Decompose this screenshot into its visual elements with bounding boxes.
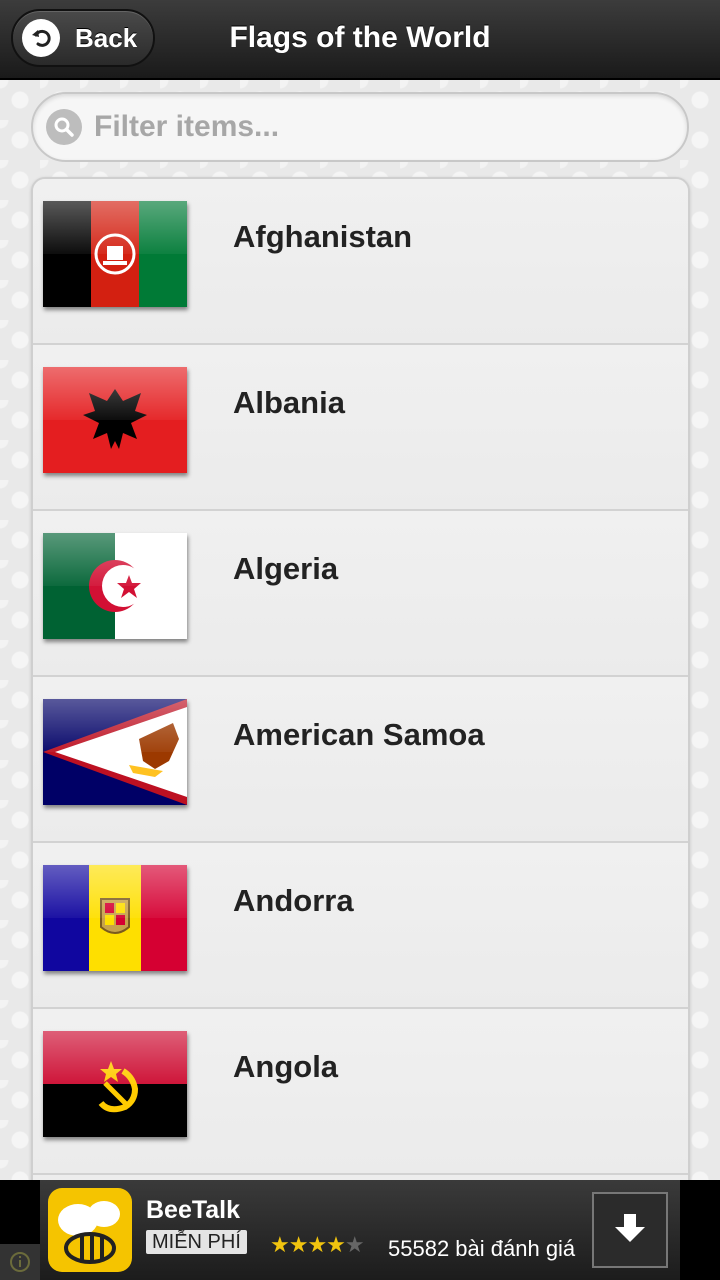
beetalk-app-icon[interactable] (48, 1188, 132, 1272)
ad-download-button[interactable] (592, 1192, 668, 1268)
american-samoa-flag-icon (43, 699, 187, 805)
list-item[interactable]: Albania (33, 345, 688, 511)
download-arrow-icon (613, 1211, 647, 1250)
afghanistan-flag-icon (43, 201, 187, 307)
page-title: Flags of the World (229, 21, 491, 54)
back-arrow-icon (22, 19, 60, 57)
back-button-label: Back (75, 22, 138, 53)
ad-review-count: 55582 bài đánh giá (388, 1236, 576, 1261)
list-item[interactable]: Algeria (33, 511, 688, 677)
list-item[interactable]: Angola (33, 1009, 688, 1175)
back-button[interactable]: Back (11, 9, 155, 67)
ad-info-icon[interactable] (0, 1244, 40, 1280)
list-item[interactable]: American Samoa (33, 677, 688, 843)
angola-flag-icon (43, 1031, 187, 1137)
list-item[interactable]: Andorra (33, 843, 688, 1009)
ad-rating-stars: ★★★★★ (270, 1232, 365, 1257)
country-name: American Samoa (233, 717, 485, 752)
country-name: Algeria (233, 551, 339, 586)
country-name: Andorra (233, 883, 354, 918)
country-name: Albania (233, 385, 345, 420)
filter-input[interactable] (94, 110, 654, 144)
algeria-flag-icon (43, 533, 187, 639)
country-name: Afghanistan (233, 219, 413, 254)
country-name: Angola (233, 1049, 339, 1084)
albania-flag-icon (43, 367, 187, 473)
list-item[interactable]: Afghanistan (33, 179, 688, 345)
filter-search-bar (31, 92, 689, 162)
andorra-flag-icon (43, 865, 187, 971)
country-list: Afghanistan Albania Algeria American Sam… (31, 177, 690, 1187)
search-icon (46, 109, 82, 145)
header-bar: Back Flags of the World (0, 0, 720, 80)
ad-app-name: BeeTalk (146, 1196, 241, 1224)
ad-price-badge: MIỄN PHÍ (146, 1230, 247, 1254)
ad-banner[interactable]: BeeTalk MIỄN PHÍ ★★★★★ 55582 bài đánh gi… (0, 1180, 720, 1280)
